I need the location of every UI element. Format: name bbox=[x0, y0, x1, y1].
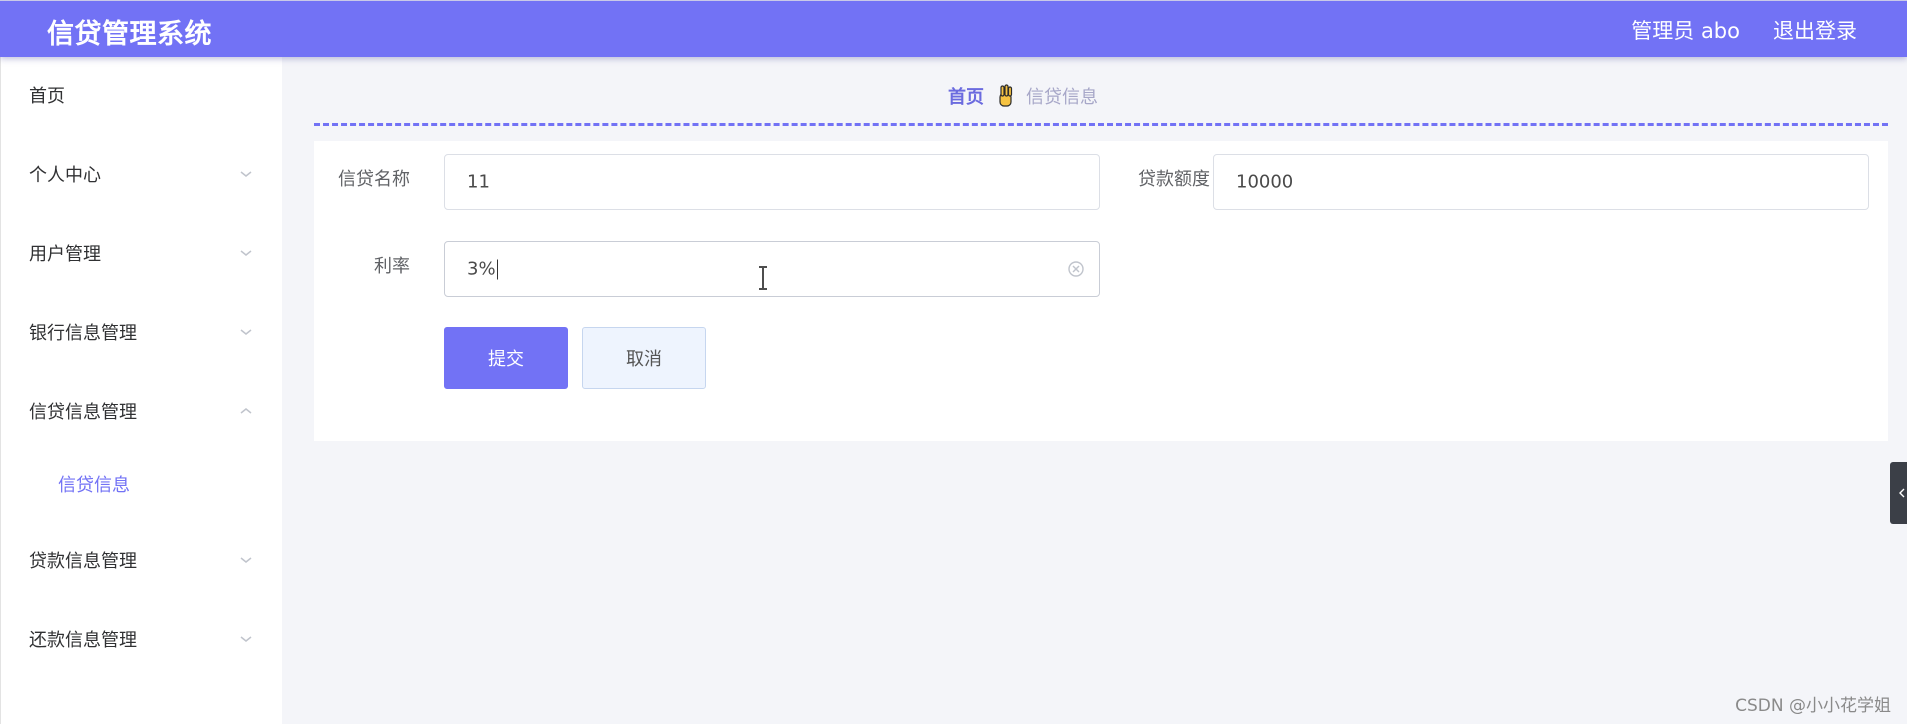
chevron-down-icon bbox=[240, 171, 252, 177]
sidebar-item-credit-info-management[interactable]: 信贷信息管理 bbox=[1, 381, 283, 441]
sidebar-subitem-credit-info[interactable]: 信贷信息 bbox=[1, 459, 283, 509]
watermark: CSDN @小小花学姐 bbox=[1735, 696, 1891, 716]
side-panel-toggle[interactable] bbox=[1890, 462, 1907, 524]
sidebar-item-home[interactable]: 首页 bbox=[1, 65, 283, 125]
i-beam-cursor-icon bbox=[759, 266, 767, 290]
credit-name-value: 11 bbox=[467, 171, 490, 193]
sidebar-item-label: 还款信息管理 bbox=[29, 630, 137, 651]
sidebar-item-label: 贷款信息管理 bbox=[29, 551, 137, 572]
header-user-area: 管理员 abo 退出登录 bbox=[1631, 15, 1857, 45]
sidebar: 首页 个人中心 用户管理 银行信息管理 信贷信息管理 信贷信息 贷款信息管理 还… bbox=[0, 57, 282, 724]
current-user-label: 管理员 abo bbox=[1631, 19, 1740, 43]
rate-value-wrap: 3% bbox=[467, 259, 498, 280]
credit-name-input[interactable]: 11 bbox=[444, 154, 1100, 210]
top-header: 信贷管理系统 管理员 abo 退出登录 bbox=[0, 0, 1907, 57]
rate-input[interactable]: 3% bbox=[444, 241, 1100, 297]
chevron-down-icon bbox=[240, 329, 252, 335]
text-caret bbox=[496, 259, 498, 280]
sidebar-item-repayment-info-management[interactable]: 还款信息管理 bbox=[1, 609, 283, 669]
chevron-left-icon bbox=[1899, 488, 1905, 498]
chevron-down-icon bbox=[240, 250, 252, 256]
sidebar-item-label: 用户管理 bbox=[29, 244, 101, 265]
breadcrumb: 首页 信贷信息 bbox=[948, 83, 1098, 109]
rate-label: 利率 bbox=[374, 256, 410, 277]
chevron-up-icon bbox=[240, 408, 252, 414]
credit-form: 信贷名称 11 贷款额度 10000 利率 3% 提交 取消 bbox=[314, 141, 1888, 441]
logout-link[interactable]: 退出登录 bbox=[1773, 15, 1857, 45]
cancel-button[interactable]: 取消 bbox=[582, 327, 706, 389]
sidebar-item-user-management[interactable]: 用户管理 bbox=[1, 223, 283, 283]
loan-amount-value: 10000 bbox=[1236, 171, 1294, 193]
sidebar-item-label: 个人中心 bbox=[29, 165, 101, 186]
breadcrumb-divider bbox=[314, 123, 1888, 126]
sidebar-item-label: 银行信息管理 bbox=[29, 323, 137, 344]
hand-icon bbox=[999, 84, 1013, 107]
loan-amount-label: 贷款额度 bbox=[1138, 169, 1210, 190]
breadcrumb-current: 信贷信息 bbox=[1026, 87, 1098, 108]
app-title: 信贷管理系统 bbox=[47, 19, 212, 50]
circle-close-icon[interactable] bbox=[1067, 260, 1085, 278]
chevron-down-icon bbox=[240, 636, 252, 642]
submit-button[interactable]: 提交 bbox=[444, 327, 568, 389]
main-content: 首页 信贷信息 信贷名称 11 贷款额度 10000 利率 3% 提交 取消 C… bbox=[282, 57, 1907, 724]
credit-name-label: 信贷名称 bbox=[338, 169, 410, 190]
breadcrumb-home-link[interactable]: 首页 bbox=[948, 83, 984, 109]
sidebar-item-personal-center[interactable]: 个人中心 bbox=[1, 144, 283, 204]
sidebar-item-label: 信贷信息管理 bbox=[29, 402, 137, 423]
sidebar-item-label: 首页 bbox=[29, 86, 65, 107]
sidebar-item-bank-info-management[interactable]: 银行信息管理 bbox=[1, 302, 283, 362]
sidebar-item-loan-info-management[interactable]: 贷款信息管理 bbox=[1, 530, 283, 590]
loan-amount-input[interactable]: 10000 bbox=[1213, 154, 1869, 210]
sidebar-subitem-label: 信贷信息 bbox=[58, 475, 130, 496]
chevron-down-icon bbox=[240, 557, 252, 563]
rate-value: 3% bbox=[467, 258, 496, 280]
